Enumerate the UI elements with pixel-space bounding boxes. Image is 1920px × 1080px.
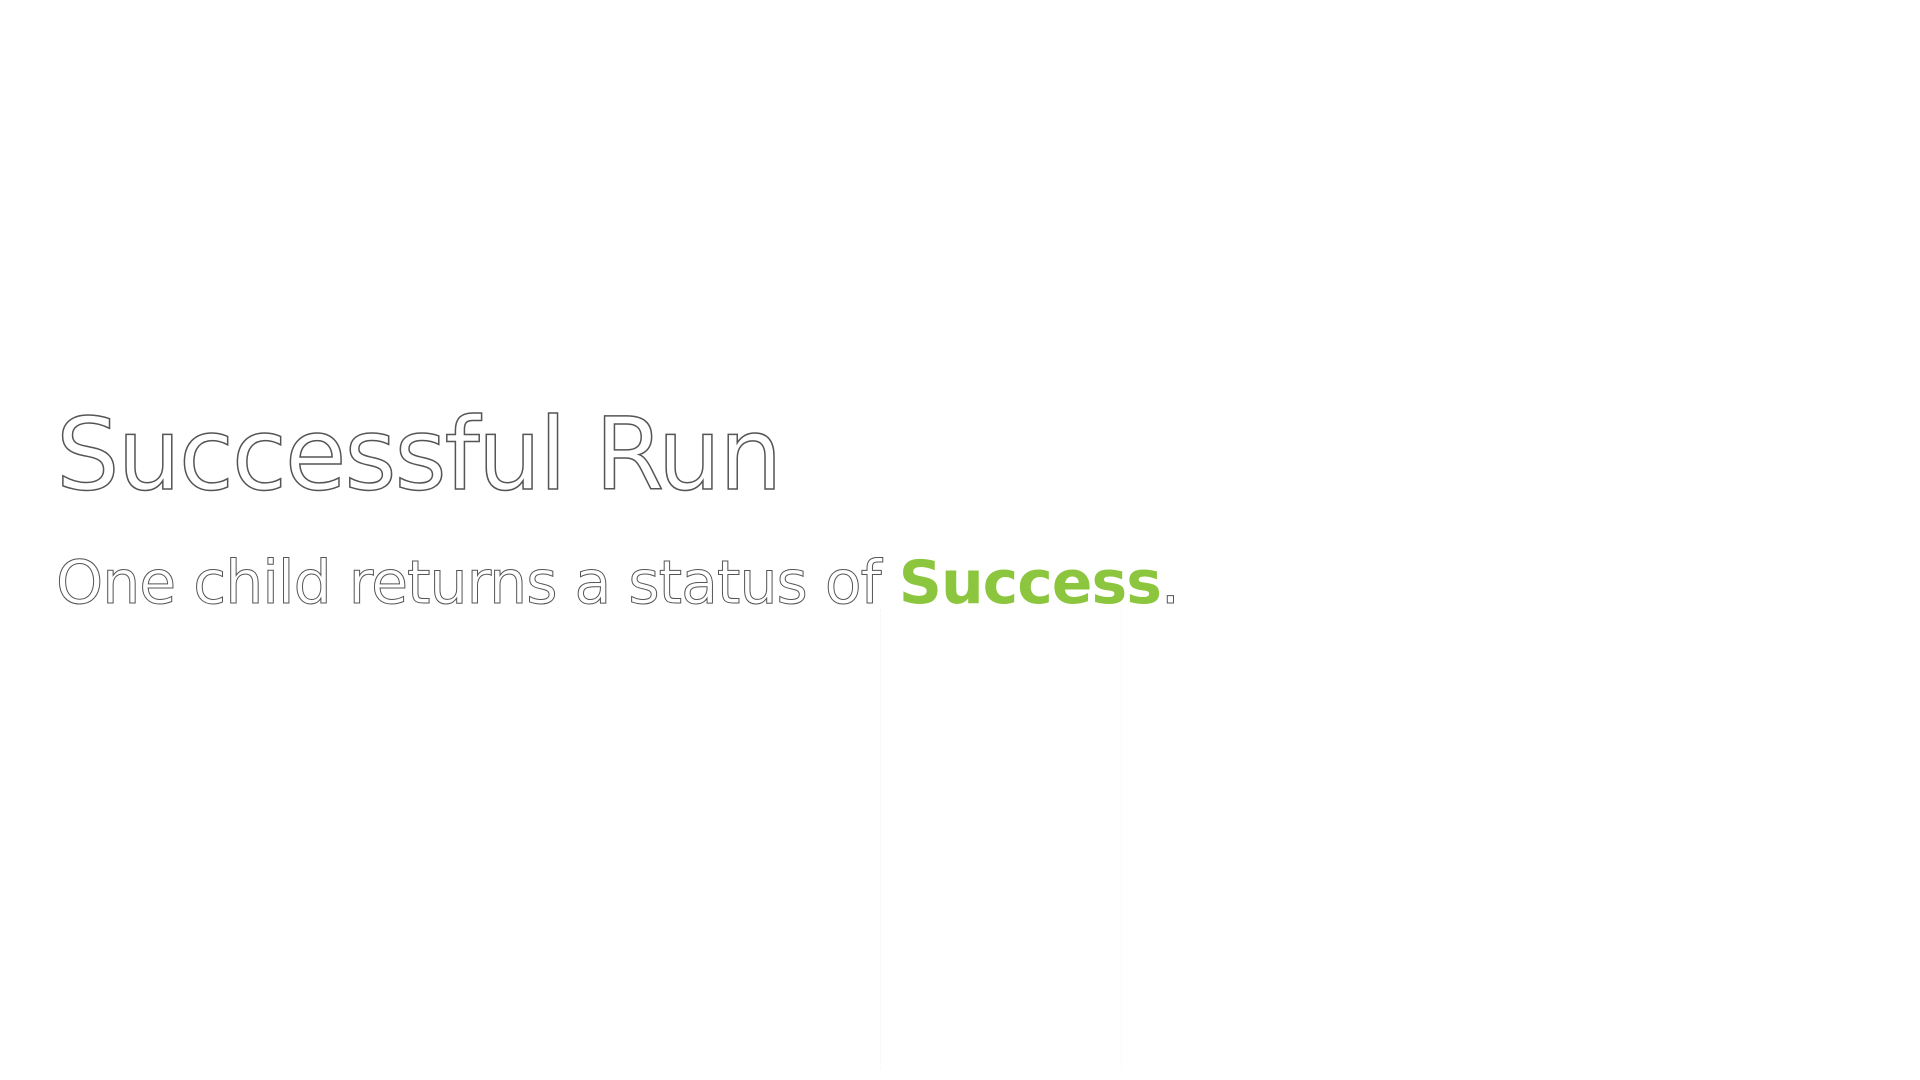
faint-background-mark <box>880 610 1122 1070</box>
slide-title: Successful Run <box>55 396 783 513</box>
slide-subtitle: One child returns a status of Success. <box>56 553 1181 614</box>
slide: Successful Run One child returns a statu… <box>0 0 1920 1080</box>
subtitle-suffix: . <box>1160 548 1180 618</box>
subtitle-prefix: One child returns a status of <box>56 548 899 618</box>
success-status-highlight: Success <box>898 548 1162 618</box>
